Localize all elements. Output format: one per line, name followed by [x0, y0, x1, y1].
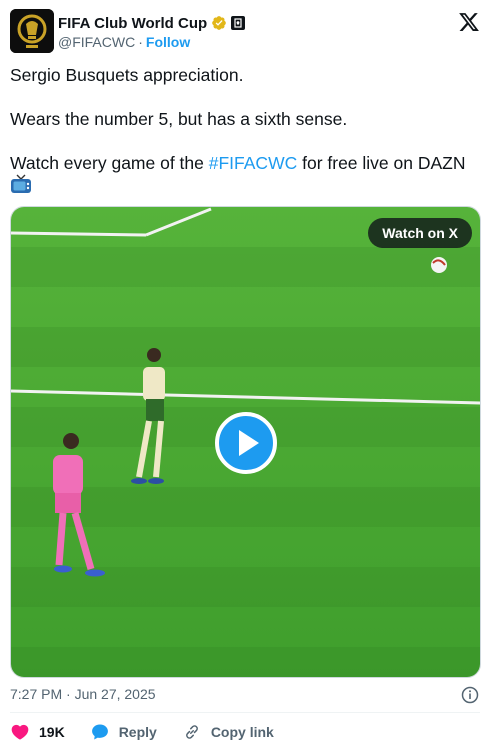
television-icon — [10, 174, 32, 194]
club-world-cup-logo-icon — [10, 9, 54, 53]
tweet-line-prefix: Watch every game of the — [10, 153, 209, 173]
divider — [10, 712, 480, 713]
hashtag-link[interactable]: #FIFACWC — [209, 153, 297, 173]
affiliate-badge-icon — [231, 16, 246, 30]
tweet-header: FIFA Club World Cup @FIFACWC · Follow — [10, 9, 480, 53]
watch-on-x-button[interactable]: Watch on X — [368, 218, 472, 248]
verified-badge-icon — [211, 15, 227, 31]
tweet-line-suffix: for free live on DAZN — [297, 153, 466, 173]
account-name[interactable]: FIFA Club World Cup — [58, 15, 207, 32]
avatar[interactable] — [10, 9, 54, 53]
x-logo-icon[interactable] — [458, 11, 480, 33]
follow-button[interactable]: Follow — [146, 34, 190, 50]
play-icon[interactable] — [215, 412, 277, 474]
copy-link-button[interactable]: Copy link — [182, 722, 274, 742]
like-button[interactable]: 19K — [10, 722, 65, 742]
info-icon[interactable] — [461, 686, 479, 704]
handle-separator: · — [138, 34, 143, 50]
reply-bubble-icon — [91, 724, 108, 740]
tweet-line: Wears the number 5, but has a sixth sens… — [10, 109, 348, 129]
reply-label: Reply — [118, 724, 157, 740]
copy-link-label: Copy link — [210, 724, 274, 740]
tweet-body: Sergio Busquets appreciation. Wears the … — [10, 64, 480, 196]
video-player[interactable]: Watch on X — [10, 206, 481, 678]
tweet-line: Watch every game of the #FIFACWC for fre… — [10, 152, 480, 196]
link-icon — [185, 725, 198, 739]
reply-button[interactable]: Reply — [90, 722, 157, 742]
like-count: 19K — [39, 724, 65, 740]
tweet-line: Sergio Busquets appreciation. — [10, 65, 244, 85]
action-bar: 19K Reply Copy link — [10, 722, 299, 742]
tweet-timestamp[interactable]: 7:27 PM · Jun 27, 2025 — [10, 686, 156, 702]
heart-icon — [11, 724, 29, 740]
account-handle[interactable]: @FIFACWC — [58, 34, 135, 50]
